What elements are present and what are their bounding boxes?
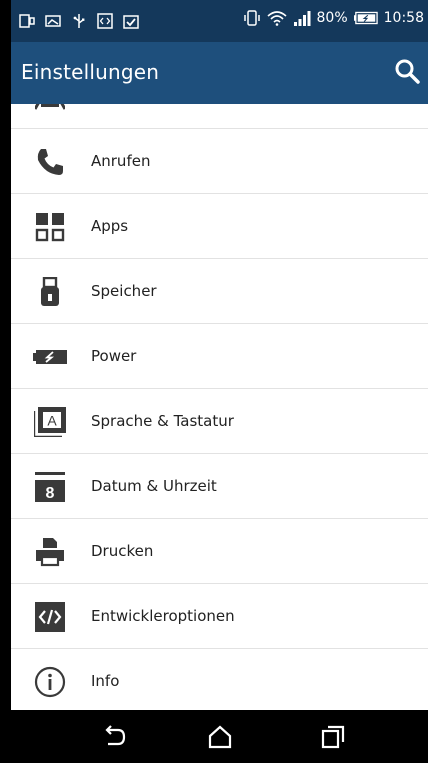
signal-icon (293, 11, 311, 26)
setting-datum[interactable]: 8 Datum & Uhrzeit (11, 454, 428, 519)
code-notification-icon (97, 13, 113, 29)
home-icon[interactable] (207, 724, 233, 750)
task-done-icon (123, 15, 139, 29)
setting-label: Drucken (91, 542, 154, 560)
battery-percent: 80% (316, 10, 348, 26)
svg-text:8: 8 (46, 485, 55, 502)
setting-label: Apps (91, 217, 129, 235)
printer-icon (33, 535, 67, 569)
language-keyboard-icon: A (33, 405, 67, 439)
app-bar: Einstellungen (11, 42, 428, 104)
vibrate-icon (243, 10, 260, 26)
setting-label: Anrufen (91, 152, 151, 170)
setting-label: Info (91, 672, 120, 690)
wifi-icon (266, 11, 287, 26)
status-bar: 80% 10:58 (11, 0, 428, 42)
recents-icon[interactable] (320, 724, 346, 750)
setting-speicher[interactable]: Speicher (11, 259, 428, 324)
list-item-partial[interactable] (11, 104, 428, 129)
setting-label: Datum & Uhrzeit (91, 477, 217, 495)
setting-info[interactable]: Info (11, 649, 428, 710)
battery-icon (353, 11, 378, 25)
setting-label: Power (91, 347, 137, 365)
phone-icon (33, 145, 67, 179)
search-icon[interactable] (394, 58, 420, 84)
setting-anrufen[interactable]: Anrufen (11, 129, 428, 194)
apps-grid-icon (33, 210, 67, 244)
setting-apps[interactable]: Apps (11, 194, 428, 259)
setting-power[interactable]: Power (11, 324, 428, 389)
setting-drucken[interactable]: Drucken (11, 519, 428, 584)
image-icon (45, 15, 61, 27)
settings-list[interactable]: Anrufen Apps Speicher Power A Sprache & … (11, 104, 428, 710)
status-right: 80% 10:58 (243, 10, 424, 26)
back-icon[interactable] (102, 724, 128, 750)
storage-usb-icon (33, 275, 67, 309)
nav-bar (0, 710, 428, 763)
screenshot-icon (19, 14, 35, 28)
setting-label: Sprache & Tastatur (91, 412, 234, 430)
setting-label: Entwickleroptionen (91, 607, 235, 625)
battery-power-icon (33, 340, 67, 374)
settings-screen: 80% 10:58 Einstellungen Anrufen Apps Spe… (11, 0, 428, 763)
code-icon (33, 600, 67, 634)
usb-icon (73, 14, 85, 28)
setting-entwickleroptionen[interactable]: Entwickleroptionen (11, 584, 428, 649)
setting-sprache[interactable]: A Sprache & Tastatur (11, 389, 428, 454)
info-icon (33, 665, 67, 699)
page-title: Einstellungen (21, 60, 160, 84)
partial-icon (33, 104, 67, 126)
clock: 10:58 (383, 10, 424, 26)
notification-icons (19, 13, 139, 29)
calendar-icon: 8 (33, 470, 67, 504)
setting-label: Speicher (91, 282, 157, 300)
svg-text:A: A (47, 413, 57, 429)
